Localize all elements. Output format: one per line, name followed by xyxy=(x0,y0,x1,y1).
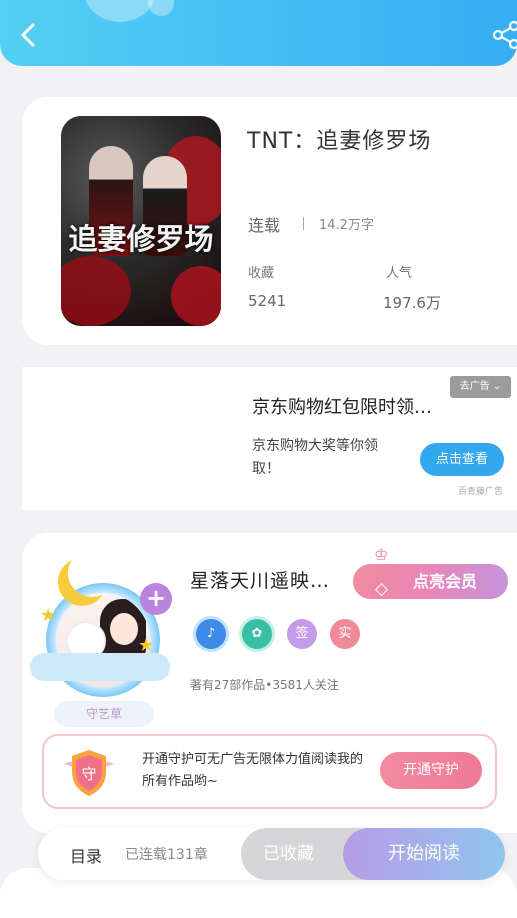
flower-badge-icon[interactable]: ✿ xyxy=(242,619,272,649)
open-guard-button[interactable]: 开通守护 xyxy=(380,752,482,789)
star-icon: ★ xyxy=(40,605,57,626)
start-reading-button[interactable]: 开始阅读 xyxy=(343,828,505,880)
author-avatar[interactable]: ★ ★ + 守艺草 xyxy=(28,543,178,727)
crown-icon: ♔ xyxy=(374,545,389,564)
chevron-left-icon xyxy=(21,23,35,47)
book-status: 连载 xyxy=(248,216,281,235)
back-button[interactable] xyxy=(14,20,44,50)
follow-plus-button[interactable]: + xyxy=(140,583,172,615)
header-decoration-bubble xyxy=(148,0,174,16)
vip-button[interactable]: ◇ 点亮会员 xyxy=(353,564,508,599)
share-button[interactable] xyxy=(490,20,517,50)
book-info-card: 追妻修罗场 TNT：追妻修罗场 连载 14.2万字 收藏 5241 人气 197… xyxy=(22,97,517,345)
book-title: TNT：追妻修罗场 xyxy=(247,129,432,154)
divider xyxy=(303,217,304,230)
guard-description: 开通守护可无广告无限体力值阅读我的所有作品哟~ xyxy=(142,752,364,789)
star-icon: ★ xyxy=(138,635,155,656)
ad-source: 百青藤广告 xyxy=(458,487,504,497)
collect-label: 收藏 xyxy=(248,266,275,281)
remove-ad-label: 去广告 xyxy=(459,381,490,392)
signed-badge[interactable]: 签 xyxy=(287,619,317,649)
ad-description: 京东购物大奖等你领取！ xyxy=(252,438,378,477)
remove-ad-tag[interactable]: 去广告 ⌄ xyxy=(450,376,511,398)
guard-promo: 守 开通守护可无广告无限体力值阅读我的所有作品哟~ 开通守护 xyxy=(42,734,497,809)
collect-value: 5241 xyxy=(248,292,287,310)
book-word-count: 14.2万字 xyxy=(319,218,374,233)
header-decoration-bubble xyxy=(84,0,156,22)
book-cover[interactable]: 追妻修罗场 xyxy=(61,116,221,326)
author-card: ★ ★ + 守艺草 星落天川遥映… ♔ ◇ 点亮会员 ♪ ✿ 签 实 著有27部… xyxy=(22,533,517,833)
ad-banner[interactable]: 去广告 ⌄ 京东购物红包限时领… 京东购物大奖等你领取！ 点击查看 百青藤广告 xyxy=(22,367,517,510)
verified-badge[interactable]: 实 xyxy=(330,619,360,649)
chapter-count[interactable]: 已连载131章 xyxy=(125,844,208,864)
shield-icon: 守 xyxy=(60,746,118,800)
catalog-button[interactable]: 目录 xyxy=(70,843,102,867)
bottom-action-bar: 目录 已连载131章 已收藏 开始阅读 xyxy=(38,828,505,880)
avatar-nameplate: 守艺草 xyxy=(54,701,154,727)
top-header xyxy=(0,0,517,66)
music-badge-icon[interactable]: ♪ xyxy=(196,619,226,649)
ad-view-button[interactable]: 点击查看 xyxy=(420,443,504,476)
popularity-label: 人气 xyxy=(386,266,413,281)
author-stats: 著有27部作品•3581人关注 xyxy=(190,678,339,692)
ad-title: 京东购物红包限时领… xyxy=(252,397,432,418)
author-name[interactable]: 星落天川遥映… xyxy=(190,566,330,593)
cover-title-art: 追妻修罗场 xyxy=(68,222,214,256)
diamond-icon: ◇ xyxy=(375,579,389,599)
cloud-decoration xyxy=(30,653,170,681)
shield-label: 守 xyxy=(81,765,96,783)
vip-button-label: 点亮会员 xyxy=(413,572,478,591)
popularity-value: 197.6万 xyxy=(383,294,441,312)
share-icon xyxy=(492,20,517,50)
